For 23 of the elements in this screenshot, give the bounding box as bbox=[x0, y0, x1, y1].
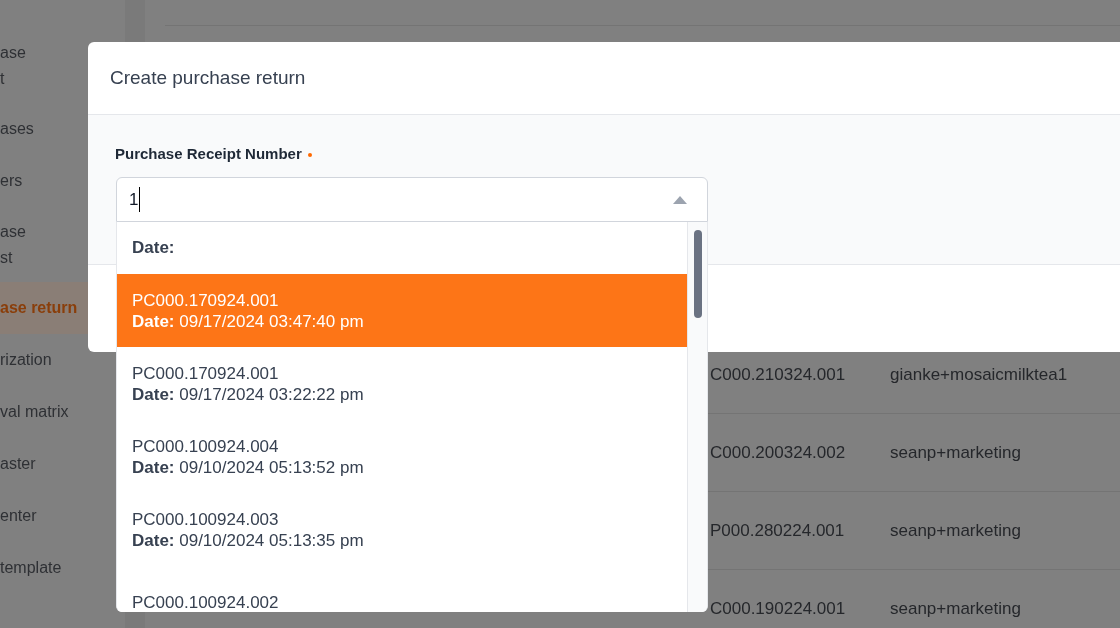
table-cell-text: C000.210324.001 bbox=[710, 363, 847, 386]
table-cell-text: C000.200324.002 bbox=[710, 441, 847, 464]
sidebar-item[interactable]: aster bbox=[0, 438, 36, 490]
sidebar-item[interactable]: rization bbox=[0, 334, 52, 386]
sidebar-item[interactable]: ers bbox=[0, 155, 23, 207]
field-label: Purchase Receipt Number bbox=[115, 143, 1093, 166]
table-cell-text: seanp+marketing bbox=[890, 597, 1021, 620]
receipt-select[interactable]: 1 bbox=[116, 177, 708, 222]
table-cell-text: gianke+mosaicmilktea1 bbox=[890, 363, 1068, 386]
scrollbar-thumb[interactable] bbox=[693, 230, 702, 318]
table-cell-text: P000.280224.001 bbox=[710, 519, 846, 542]
table-cell-text: seanp+marketing bbox=[890, 441, 1021, 464]
sidebar-item[interactable]: ases bbox=[0, 103, 34, 155]
sidebar-item[interactable]: ase st bbox=[0, 207, 26, 282]
sidebar-item[interactable]: template bbox=[0, 542, 62, 594]
dropdown-option[interactable]: PC000.170924.001 Date: 09/17/2024 03:47:40 pm bbox=[117, 274, 687, 347]
dialog-title: Create purchase return bbox=[110, 65, 306, 90]
table-cell-text: seanp+marketing bbox=[890, 519, 1021, 542]
table-cell-text: C000.190224.001 bbox=[710, 597, 847, 620]
sidebar-item[interactable]: ase t bbox=[0, 28, 26, 103]
group-label: Date: bbox=[131, 237, 176, 260]
sidebar-item[interactable]: val matrix bbox=[0, 386, 69, 438]
sidebar-item[interactable]: enter bbox=[0, 490, 37, 542]
